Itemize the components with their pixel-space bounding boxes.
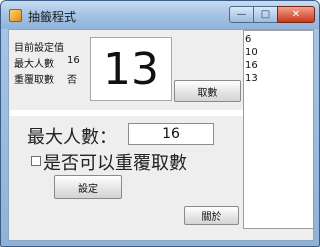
title-bar[interactable]: 抽籤程式 — □ ✕ [1, 1, 319, 29]
max-count-input[interactable]: 16 [128, 123, 214, 145]
app-window: 抽籤程式 — □ ✕ 目前設定值 最大人數 16 重覆取數 否 13 取數 最大… [0, 0, 320, 247]
maximize-icon: □ [260, 9, 271, 20]
status-max-value: 16 [67, 55, 80, 66]
list-item[interactable]: 13 [245, 72, 312, 85]
client-area: 目前設定值 最大人數 16 重覆取數 否 13 取數 最大人數： 16 是否可以… [8, 29, 314, 241]
minimize-icon: — [236, 9, 247, 20]
about-button[interactable]: 關於 [184, 206, 239, 225]
draw-button[interactable]: 取數 [174, 80, 241, 102]
history-list[interactable]: 6 10 16 13 [243, 30, 314, 229]
list-item[interactable]: 16 [245, 59, 312, 72]
status-repeat-value: 否 [67, 75, 77, 86]
close-button[interactable]: ✕ [277, 6, 315, 23]
max-count-label: 最大人數： [27, 127, 117, 148]
set-button[interactable]: 設定 [54, 175, 122, 199]
repeat-label: 是否可以重覆取數 [43, 153, 187, 174]
window-title: 抽籤程式 [28, 10, 77, 24]
app-icon [9, 9, 22, 22]
list-item[interactable]: 10 [245, 46, 312, 59]
status-heading: 目前設定值 [14, 43, 64, 54]
repeat-checkbox[interactable] [31, 156, 41, 166]
status-repeat-label: 重覆取數 [14, 75, 54, 86]
close-icon: ✕ [291, 9, 301, 20]
list-item[interactable]: 6 [245, 33, 312, 46]
maximize-button[interactable]: □ [253, 6, 278, 23]
minimize-button[interactable]: — [229, 6, 254, 23]
current-number-display: 13 [90, 37, 172, 101]
separator [10, 110, 243, 116]
status-max-label: 最大人數 [14, 59, 54, 70]
